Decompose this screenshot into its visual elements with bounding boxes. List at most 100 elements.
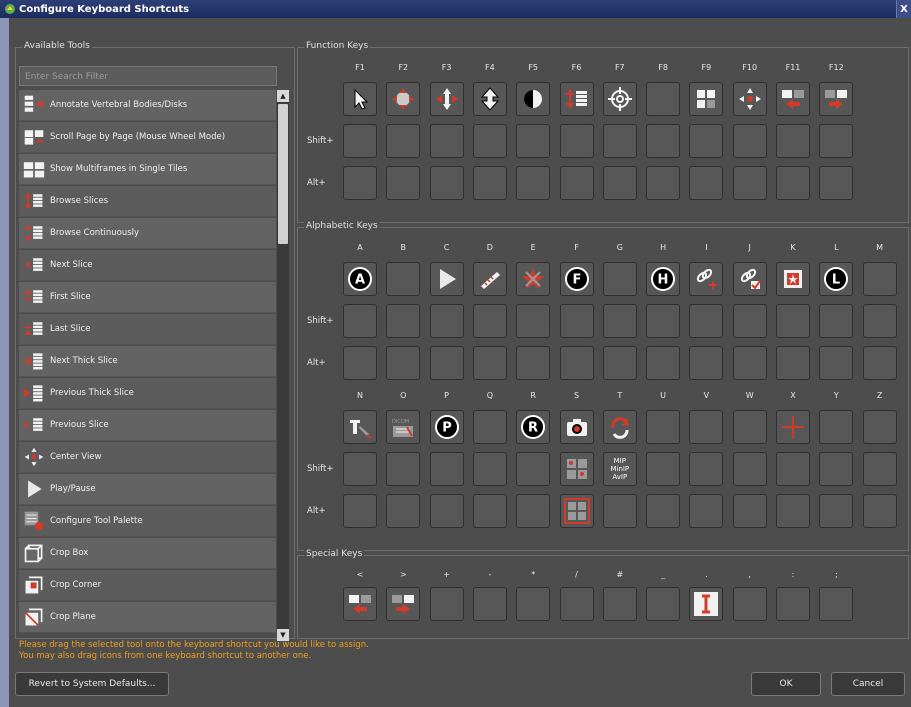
shortcut-slot-f1[interactable]: [343, 82, 377, 116]
shortcut-slot-shift-f1[interactable]: [343, 124, 377, 158]
shortcut-slot-shift-j[interactable]: [732, 304, 767, 338]
shortcut-slot-shift-f9[interactable]: [689, 124, 724, 158]
shortcut-slot-alt-u[interactable]: [646, 494, 681, 528]
shortcut-slot-shift-c[interactable]: [429, 304, 464, 338]
shortcut-slot-alt-h[interactable]: [646, 346, 681, 380]
revert-defaults-button[interactable]: Revert to System Defaults...: [15, 672, 169, 696]
shortcut-slot-alt-n[interactable]: [343, 494, 377, 528]
shortcut-slot-l[interactable]: L: [819, 262, 854, 296]
shortcut-slot-shift-f4[interactable]: [472, 124, 507, 158]
shortcut-slot-asterisk[interactable]: [516, 587, 551, 621]
shortcut-slot-shift-f6[interactable]: [559, 124, 594, 158]
shortcut-slot-alt-f4[interactable]: [472, 166, 507, 200]
shortcut-slot-alt-l[interactable]: [819, 346, 854, 380]
shortcut-slot-alt-e[interactable]: [516, 346, 551, 380]
shortcut-slot-alt-f[interactable]: [559, 346, 594, 380]
shortcut-slot-v[interactable]: [689, 410, 724, 444]
tool-list[interactable]: Annotate Vertebral Bodies/Disks Scroll Pa…: [19, 90, 276, 641]
shortcut-slot-b[interactable]: [386, 262, 421, 296]
shortcut-slot-f[interactable]: F: [559, 262, 594, 296]
shortcut-slot-shift-f8[interactable]: [646, 124, 681, 158]
shortcut-slot-shift-w[interactable]: [732, 452, 767, 486]
shortcut-slot-alt-k[interactable]: [776, 346, 810, 380]
shortcut-slot-c[interactable]: [429, 262, 464, 296]
shortcut-slot-shift-x[interactable]: [776, 452, 810, 486]
shortcut-slot-shift-f10[interactable]: [732, 124, 767, 158]
shortcut-slot-alt-f9[interactable]: [689, 166, 724, 200]
shortcut-slot-shift-f[interactable]: [559, 304, 594, 338]
shortcut-slot-alt-f11[interactable]: [776, 166, 810, 200]
shortcut-slot-alt-f12[interactable]: [819, 166, 854, 200]
shortcut-slot-shift-z[interactable]: [862, 452, 897, 486]
shortcut-slot-n[interactable]: [343, 410, 377, 444]
shortcut-slot-alt-d[interactable]: [472, 346, 507, 380]
shortcut-slot-alt-s[interactable]: [559, 494, 594, 528]
shortcut-slot-shift-l[interactable]: [819, 304, 854, 338]
close-button[interactable]: X: [896, 0, 911, 18]
shortcut-slot-shift-k[interactable]: [776, 304, 810, 338]
shortcut-slot-f4[interactable]: [472, 82, 507, 116]
shortcut-slot-shift-s[interactable]: [559, 452, 594, 486]
shortcut-slot-minus[interactable]: [472, 587, 507, 621]
shortcut-slot-f9[interactable]: [689, 82, 724, 116]
shortcut-slot-alt-x[interactable]: [776, 494, 810, 528]
shortcut-slot-alt-f10[interactable]: [732, 166, 767, 200]
shortcut-slot-alt-f5[interactable]: [516, 166, 551, 200]
shortcut-slot-shift-f2[interactable]: [386, 124, 421, 158]
shortcut-slot-underscore[interactable]: [646, 587, 681, 621]
shortcut-slot-alt-o[interactable]: [386, 494, 421, 528]
shortcut-slot-m[interactable]: [862, 262, 897, 296]
cancel-button[interactable]: Cancel: [831, 672, 905, 696]
shortcut-slot-f7[interactable]: [602, 82, 637, 116]
shortcut-slot-period[interactable]: [689, 587, 724, 621]
shortcut-slot-shift-b[interactable]: [386, 304, 421, 338]
tool-list-item[interactable]: Center View: [19, 442, 276, 473]
shortcut-slot-w[interactable]: [732, 410, 767, 444]
shortcut-slot-greater-than[interactable]: [386, 587, 421, 621]
shortcut-slot-shift-f7[interactable]: [602, 124, 637, 158]
shortcut-slot-alt-t[interactable]: [602, 494, 637, 528]
search-input[interactable]: Enter Search Filter: [19, 66, 277, 86]
shortcut-slot-shift-i[interactable]: [689, 304, 724, 338]
shortcut-slot-alt-q[interactable]: [472, 494, 507, 528]
shortcut-slot-shift-v[interactable]: [689, 452, 724, 486]
shortcut-slot-shift-n[interactable]: [343, 452, 377, 486]
shortcut-slot-alt-c[interactable]: [429, 346, 464, 380]
shortcut-slot-alt-f8[interactable]: [646, 166, 681, 200]
tool-list-scrollbar[interactable]: ▲ ▼: [277, 90, 289, 641]
tool-list-item[interactable]: Show Multiframes in Single Tiles: [19, 154, 276, 185]
shortcut-slot-g[interactable]: [602, 262, 637, 296]
tool-list-item[interactable]: Configure Tool Palette: [19, 506, 276, 537]
shortcut-slot-shift-f12[interactable]: [819, 124, 854, 158]
tool-list-item[interactable]: Crop Plane: [19, 602, 276, 633]
tool-list-item[interactable]: Previous Thick Slice: [19, 378, 276, 409]
shortcut-slot-alt-f1[interactable]: [343, 166, 377, 200]
shortcut-slot-shift-o[interactable]: [386, 452, 421, 486]
shortcut-slot-shift-y[interactable]: [819, 452, 854, 486]
tool-list-item[interactable]: Annotate Vertebral Bodies/Disks: [19, 90, 276, 121]
shortcut-slot-shift-f5[interactable]: [516, 124, 551, 158]
shortcut-slot-f5[interactable]: [516, 82, 551, 116]
shortcut-slot-alt-j[interactable]: [732, 346, 767, 380]
shortcut-slot-z[interactable]: [862, 410, 897, 444]
shortcut-slot-alt-y[interactable]: [819, 494, 854, 528]
shortcut-slot-q[interactable]: [472, 410, 507, 444]
shortcut-slot-alt-i[interactable]: [689, 346, 724, 380]
tool-list-item[interactable]: Browse Slices: [19, 186, 276, 217]
tool-list-item[interactable]: Last Slice: [19, 314, 276, 345]
shortcut-slot-shift-h[interactable]: [646, 304, 681, 338]
shortcut-slot-x[interactable]: [776, 410, 810, 444]
shortcut-slot-alt-b[interactable]: [386, 346, 421, 380]
shortcut-slot-hash[interactable]: [602, 587, 637, 621]
shortcut-slot-alt-z[interactable]: [862, 494, 897, 528]
tool-list-item[interactable]: Play/Pause: [19, 474, 276, 505]
shortcut-slot-o[interactable]: DICOM: [386, 410, 421, 444]
shortcut-slot-k[interactable]: [776, 262, 810, 296]
shortcut-slot-shift-d[interactable]: [472, 304, 507, 338]
shortcut-slot-shift-f11[interactable]: [776, 124, 810, 158]
shortcut-slot-alt-g[interactable]: [602, 346, 637, 380]
shortcut-slot-slash[interactable]: [559, 587, 594, 621]
shortcut-slot-f11[interactable]: [776, 82, 810, 116]
shortcut-slot-shift-u[interactable]: [646, 452, 681, 486]
tool-list-item[interactable]: Scroll Page by Page (Mouse Wheel Mode): [19, 122, 276, 153]
